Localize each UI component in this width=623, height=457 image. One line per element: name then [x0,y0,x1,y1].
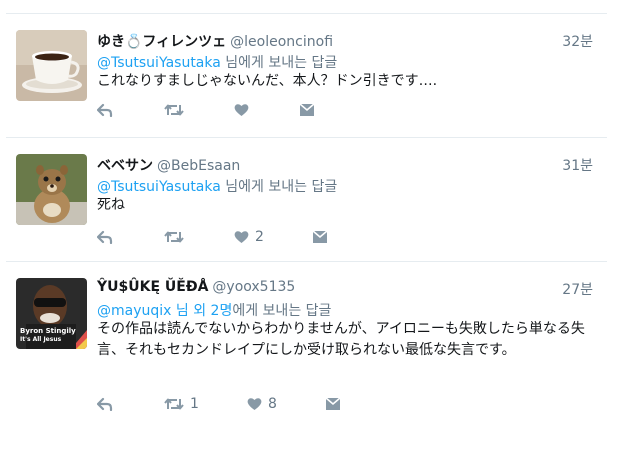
reply-context-suffix: 에게 보내는 답글 [232,303,332,319]
reply-button[interactable] [97,394,119,414]
direct-message-button[interactable] [299,100,315,120]
reply-mention-link[interactable]: @TsutsuiYasutaka [97,55,221,71]
reply-context-suffix: 님에게 보내는 답글 [220,55,338,71]
reply-context-suffix: 님에게 보내는 답글 [220,179,338,195]
display-name[interactable]: ベベサン [97,158,153,174]
like-count: 8 [268,396,277,412]
retweet-button[interactable]: 1 [164,394,199,414]
reply-mention-link[interactable]: @mayuqix 님 외 2명 [97,303,232,319]
envelope-icon [325,397,341,410]
avatar-caption: Byron Stingily [20,327,76,335]
direct-message-button[interactable] [325,394,341,414]
reply-button[interactable] [97,100,119,120]
like-button[interactable]: 8 [247,394,277,414]
like-button[interactable]: 2 [234,227,264,247]
heart-icon [247,398,262,410]
tweet-header: ベベサン @BebEsaan [97,155,240,175]
coffee-cup-avatar [16,30,87,101]
tweet-actions: 1 8 [97,394,397,414]
like-count: 2 [255,229,264,245]
tweet-text: その作品は読んでないからわかりませんが、アイロニーも失敗したら単なる失言、それも… [97,321,585,358]
retweet-button[interactable] [164,227,190,247]
tweet-divider [6,261,607,262]
envelope-icon [299,103,315,116]
direct-message-button[interactable] [312,227,328,247]
reply-icon [97,230,113,244]
avatar-caption: It's All Jesus [20,336,62,343]
like-button[interactable] [234,100,255,120]
reply-icon [97,103,113,117]
tweet-text: 死ね [97,197,125,213]
tweet-actions [97,100,397,120]
reply-mention-link[interactable]: @TsutsuiYasutaka [97,179,221,195]
retweet-icon [164,398,184,410]
timestamp[interactable]: 32분 [562,31,593,51]
timestamp[interactable]: 27분 [562,279,593,299]
top-divider [6,13,607,14]
avatar[interactable] [16,154,87,225]
tweet-text: これなりすましじゃないんだ、本人？ドン引きです…. [97,73,438,89]
reply-button[interactable] [97,227,119,247]
user-handle[interactable]: @leoleoncinofi [230,34,333,50]
avatar[interactable] [16,30,87,101]
retweet-count: 1 [190,396,199,412]
retweet-icon [164,231,184,243]
animal-avatar [16,154,87,225]
reply-context: @mayuqix 님 외 2명에게 보내는 답글 [97,300,331,320]
reply-context: @TsutsuiYasutaka 님에게 보내는 답글 [97,176,337,196]
timestamp[interactable]: 31분 [562,155,593,175]
tweet-header: ゆき💍フィレンツェ @leoleoncinofi [97,31,333,51]
tweet-header: ŶU$ÛKĘ ŬĔĐÅ @yoox5135 [97,279,295,295]
heart-icon [234,231,249,243]
display-name[interactable]: ŶU$ÛKĘ ŬĔĐÅ [97,279,208,295]
heart-icon [234,104,249,116]
user-handle[interactable]: @BebEsaan [157,158,240,174]
reply-icon [97,397,113,411]
person-avatar: Byron Stingily It's All Jesus [16,278,87,349]
avatar[interactable]: Byron Stingily It's All Jesus [16,278,87,349]
display-name[interactable]: ゆき💍フィレンツェ [97,34,226,50]
retweet-icon [164,104,184,116]
retweet-button[interactable] [164,100,190,120]
tweet-actions: 2 [97,227,397,247]
tweet-divider [6,137,607,138]
reply-context: @TsutsuiYasutaka 님에게 보내는 답글 [97,52,337,72]
user-handle[interactable]: @yoox5135 [212,279,295,295]
envelope-icon [312,230,328,243]
